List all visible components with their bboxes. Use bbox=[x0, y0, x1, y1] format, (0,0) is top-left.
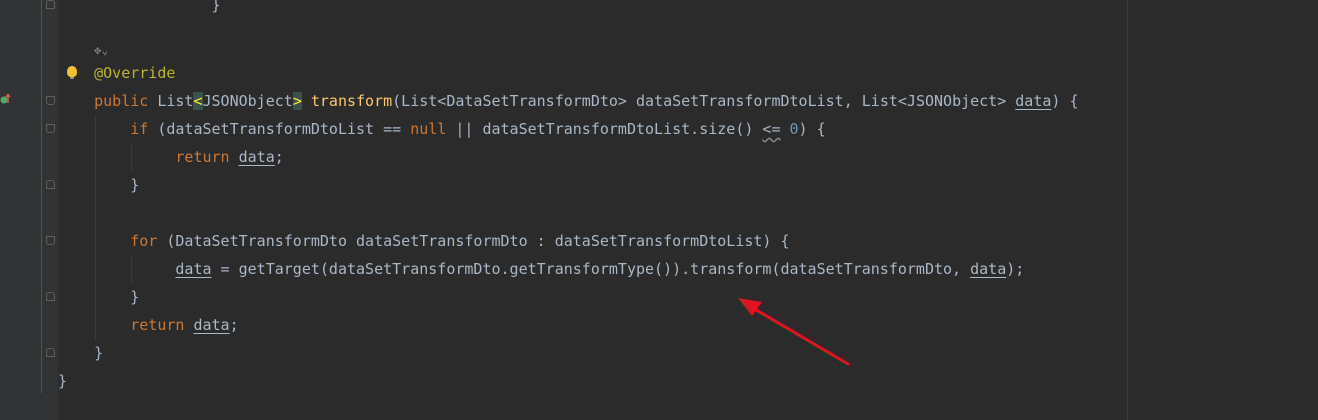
bracket-close: > bbox=[292, 92, 302, 110]
code-line-close-if[interactable]: } bbox=[58, 171, 1318, 199]
method-params: (List<DataSetTransformDto> dataSetTransf… bbox=[392, 92, 1016, 110]
bracket-open: < bbox=[193, 92, 203, 110]
assign-expression: = getTarget(dataSetTransformDto.getTrans… bbox=[211, 260, 971, 278]
code-line-final-return[interactable]: return data; bbox=[58, 311, 1318, 339]
code-line-close-for[interactable]: } bbox=[58, 283, 1318, 311]
return-keyword: return bbox=[130, 316, 185, 334]
for-header: (DataSetTransformDto dataSetTransformDto… bbox=[157, 232, 790, 250]
override-method-icon[interactable] bbox=[0, 93, 12, 105]
param-data: data bbox=[1015, 92, 1052, 110]
code-line[interactable]: @Override bbox=[58, 59, 1318, 87]
method-close-brace: } bbox=[94, 344, 104, 362]
code-line-return[interactable]: return data; bbox=[58, 143, 1318, 171]
closing-brace: } bbox=[211, 0, 221, 14]
if-close: ) { bbox=[798, 120, 826, 138]
fold-marker-for[interactable] bbox=[46, 236, 55, 245]
code-line-for[interactable]: for (DataSetTransformDto dataSetTransfor… bbox=[58, 227, 1318, 255]
fold-marker-method[interactable] bbox=[46, 96, 55, 105]
for-keyword: for bbox=[130, 232, 158, 250]
code-line-method-close[interactable]: } bbox=[58, 339, 1318, 367]
le-operator: <= bbox=[762, 120, 781, 138]
zero-literal: 0 bbox=[789, 120, 799, 138]
if-condition: (dataSetTransformDtoList == bbox=[148, 120, 411, 138]
if-keyword: if bbox=[130, 120, 149, 138]
code-line-if[interactable]: if (dataSetTransformDtoList == null || d… bbox=[58, 115, 1318, 143]
if-close-brace: } bbox=[130, 176, 140, 194]
return-data: data bbox=[193, 316, 230, 334]
code-line-class-close[interactable]: } bbox=[58, 367, 1318, 395]
gutter-change-marker bbox=[41, 0, 42, 393]
return-type: List bbox=[157, 92, 194, 110]
generic-type: JSONObject bbox=[202, 92, 293, 110]
for-close-brace: } bbox=[130, 288, 140, 306]
if-condition-size: || dataSetTransformDtoList.size() bbox=[446, 120, 763, 138]
class-close-brace: } bbox=[58, 372, 68, 390]
fold-marker[interactable] bbox=[46, 0, 55, 9]
fold-marker-for-end[interactable] bbox=[46, 292, 55, 301]
inlay-hint-icon[interactable]: ✥⌄ bbox=[94, 42, 108, 58]
public-keyword: public bbox=[94, 92, 149, 110]
code-editor[interactable]: ✥⌄ } @Override public List<JSONObject> t… bbox=[0, 0, 1318, 420]
code-line-assign[interactable]: data = getTarget(dataSetTransformDto.get… bbox=[58, 255, 1318, 283]
assign-end: ); bbox=[1006, 260, 1025, 278]
assign-target: data bbox=[175, 260, 212, 278]
semicolon: ; bbox=[229, 316, 239, 334]
semicolon: ; bbox=[274, 148, 284, 166]
code-line[interactable]: } bbox=[58, 0, 1318, 19]
fold-marker-method-end[interactable] bbox=[46, 348, 55, 357]
params-close: ) { bbox=[1051, 92, 1079, 110]
fold-marker-if[interactable] bbox=[46, 124, 55, 133]
assign-arg: data bbox=[970, 260, 1007, 278]
editor-gutter[interactable] bbox=[0, 0, 58, 420]
return-keyword: return bbox=[175, 148, 230, 166]
fold-marker-if-end[interactable] bbox=[46, 180, 55, 189]
code-line-method-signature[interactable]: public List<JSONObject> transform(List<D… bbox=[58, 87, 1318, 115]
null-keyword: null bbox=[410, 120, 447, 138]
override-annotation: @Override bbox=[94, 64, 176, 82]
method-name: transform bbox=[310, 92, 393, 110]
return-data: data bbox=[238, 148, 275, 166]
